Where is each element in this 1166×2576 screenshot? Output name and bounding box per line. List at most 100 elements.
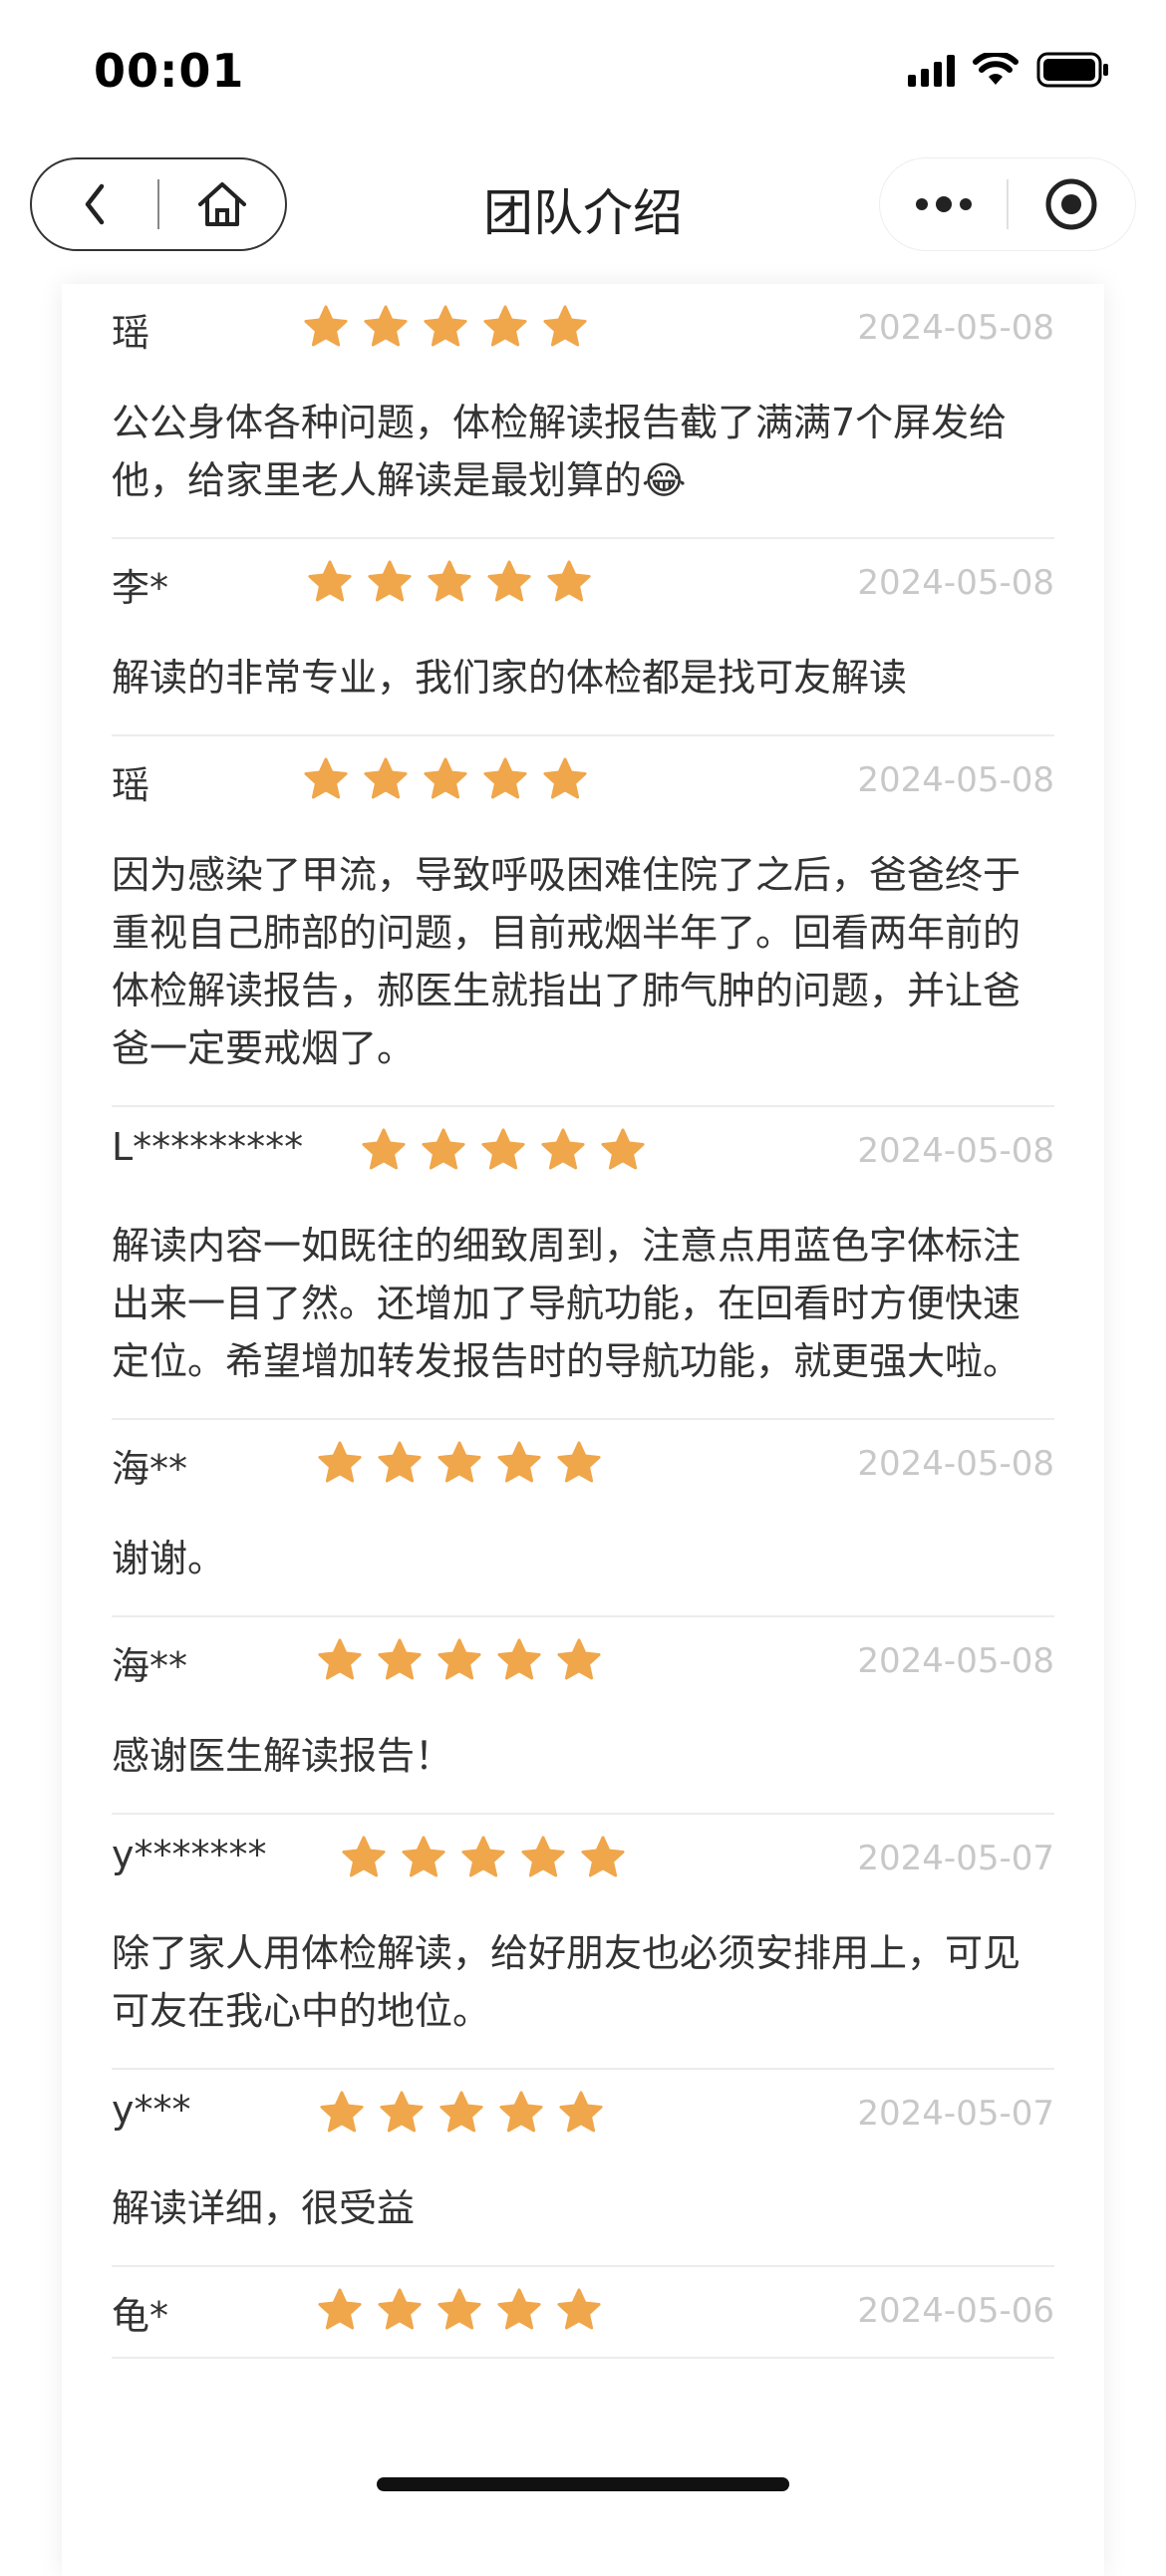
review-header: 李* 2024-05-08 [112, 539, 1054, 629]
review-list: 瑶 2024-05-08 公公身体各种问题，体检解读报告截了满满7个屏发给他，给家里… [62, 284, 1104, 2359]
star-icon [364, 757, 408, 799]
star-icon [439, 2091, 483, 2133]
star-icon [581, 1836, 625, 1877]
star-icon [557, 1441, 601, 1483]
review-text: 解读内容一如既往的细致周到，注意点用蓝色字体标注出来一目了然。还增加了导航功能，… [112, 1224, 1021, 1383]
star-icon [304, 305, 348, 347]
reviews-card: 瑶 2024-05-08 公公身体各种问题，体检解读报告截了满满7个屏发给他，给家里… [62, 284, 1104, 2576]
star-icon [437, 1638, 481, 1680]
review-item: y******* 2024-05-07 除了家人用体检解读，给好朋友也必须安排用上，… [112, 1815, 1054, 2070]
wifi-icon [973, 53, 1019, 85]
star-icon [342, 1836, 386, 1877]
star-icon [362, 1128, 406, 1170]
star-icon [543, 757, 587, 799]
review-date: 2024-05-07 [857, 1839, 1054, 1878]
review-date: 2024-05-08 [857, 308, 1054, 348]
status-icons [908, 50, 1110, 90]
star-icon [308, 560, 352, 602]
review-date: 2024-05-06 [857, 2291, 1054, 2331]
star-icon [497, 1441, 541, 1483]
star-icon [364, 305, 408, 347]
review-item: 瑶 2024-05-08 公公身体各种问题，体检解读报告截了满满7个屏发给他，给家里… [112, 284, 1054, 539]
reviewer-name: y*** [112, 2088, 191, 2132]
star-icon [402, 1836, 445, 1877]
star-icon [422, 1128, 465, 1170]
star-icon [601, 1128, 645, 1170]
review-item: 龟* 2024-05-06 [112, 2267, 1054, 2359]
star-icon [318, 1441, 362, 1483]
star-icon [424, 305, 467, 347]
review-date: 2024-05-07 [857, 2094, 1054, 2134]
review-item: 李* 2024-05-08 解读的非常专业，我们家的体检都是找可友解读 [112, 539, 1054, 736]
review-header: 海** 2024-05-08 [112, 1617, 1054, 1707]
reviewer-name: 海** [112, 1644, 188, 1688]
rating-stars [317, 1637, 602, 1683]
cellular-signal-icon [908, 53, 955, 87]
rating-stars [341, 1835, 626, 1880]
star-icon [437, 2288, 481, 2330]
review-date: 2024-05-08 [857, 1131, 1054, 1171]
star-icon [557, 2288, 601, 2330]
rating-stars [317, 2287, 602, 2333]
review-text: 公公身体各种问题，体检解读报告截了满满7个屏发给他，给家里老人解读是最划算的😂 [112, 401, 1008, 502]
review-date: 2024-05-08 [857, 563, 1054, 603]
star-icon [481, 1128, 525, 1170]
review-item: y*** 2024-05-07 解读详细，很受益 [112, 2070, 1054, 2267]
record-circle-icon [1045, 178, 1097, 230]
star-icon [557, 1638, 601, 1680]
star-icon [428, 560, 471, 602]
review-header: y*** 2024-05-07 [112, 2070, 1054, 2159]
review-text: 解读的非常专业，我们家的体检都是找可友解读 [112, 656, 908, 700]
rating-stars [307, 559, 592, 605]
review-date: 2024-05-08 [857, 1641, 1054, 1681]
review-header: 海** 2024-05-08 [112, 1420, 1054, 1510]
star-icon [559, 2091, 603, 2133]
close-miniprogram-button[interactable] [1009, 159, 1135, 249]
reviewer-name: 海** [112, 1447, 188, 1491]
star-icon [487, 560, 531, 602]
review-item: 瑶 2024-05-08 因为感染了甲流，导致呼吸困难住院了之后，爸爸终于重视自己肺… [112, 736, 1054, 1107]
reviewer-name: y******* [112, 1833, 267, 1876]
review-text: 因为感染了甲流，导致呼吸困难住院了之后，爸爸终于重视自己肺部的问题，目前戒烟半年… [112, 853, 1021, 1070]
star-icon [318, 1638, 362, 1680]
star-icon [437, 1441, 481, 1483]
star-icon [483, 757, 527, 799]
reviewer-name: 瑶 [112, 311, 150, 355]
star-icon [497, 1638, 541, 1680]
star-icon [424, 757, 467, 799]
rating-stars [317, 1440, 602, 1486]
star-icon [304, 757, 348, 799]
review-date: 2024-05-08 [857, 760, 1054, 800]
star-icon [380, 2091, 424, 2133]
reviewer-name: L********* [112, 1125, 304, 1169]
star-icon [499, 2091, 543, 2133]
reviewer-name: 瑶 [112, 763, 150, 807]
star-icon [547, 560, 591, 602]
nav-capsule-right [879, 157, 1136, 251]
status-time: 00:01 [94, 44, 245, 98]
star-icon [521, 1836, 565, 1877]
review-header: y******* 2024-05-07 [112, 1815, 1054, 1904]
review-date: 2024-05-08 [857, 1444, 1054, 1484]
review-header: 瑶 2024-05-08 [112, 284, 1054, 374]
review-item: 海** 2024-05-08 感谢医生解读报告！ [112, 1617, 1054, 1815]
review-text: 除了家人用体检解读，给好朋友也必须安排用上，可见可友在我心中的地位。 [112, 1931, 1021, 2033]
star-icon [378, 2288, 422, 2330]
rating-stars [303, 304, 588, 350]
star-icon [320, 2091, 364, 2133]
reviewer-name: 龟* [112, 2294, 169, 2338]
star-icon [368, 560, 412, 602]
review-header: 龟* 2024-05-06 [112, 2267, 1054, 2357]
review-item: L********* 2024-05-08 解读内容一如既往的细致周到，注意点用蓝色… [112, 1107, 1054, 1420]
review-item: 海** 2024-05-08 谢谢。 [112, 1420, 1054, 1617]
star-icon [318, 2288, 362, 2330]
star-icon [497, 2288, 541, 2330]
nav-bar: 团队介绍 [0, 149, 1166, 259]
more-button[interactable] [880, 159, 1007, 249]
review-text: 谢谢。 [112, 1537, 226, 1580]
review-text: 感谢医生解读报告！ [112, 1734, 453, 1778]
home-indicator [377, 2477, 789, 2491]
rating-stars [319, 2090, 604, 2136]
rating-stars [361, 1127, 646, 1173]
star-icon [378, 1638, 422, 1680]
